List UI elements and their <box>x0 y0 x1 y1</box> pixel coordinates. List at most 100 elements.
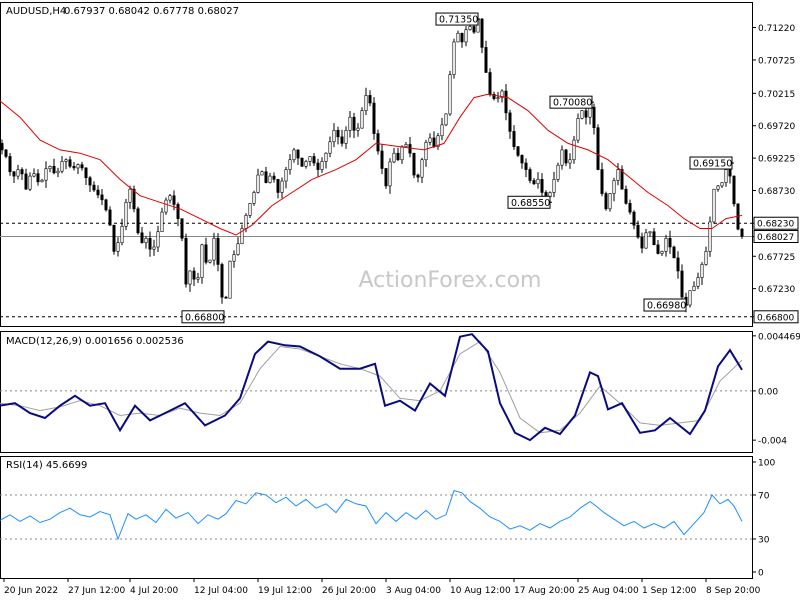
candle-body <box>184 237 188 285</box>
candle-body <box>244 215 248 229</box>
candle-body <box>724 169 728 183</box>
candle-body <box>384 168 388 187</box>
candle-body <box>148 237 152 250</box>
candle-body <box>172 195 176 205</box>
candle-body <box>164 199 168 213</box>
candle-body <box>348 116 352 131</box>
candle-body <box>504 90 508 114</box>
candle-body <box>656 244 660 254</box>
candle-body <box>576 118 580 141</box>
candle-body <box>456 32 460 43</box>
candle-body <box>364 95 368 111</box>
candle-body <box>72 165 76 169</box>
candle-body <box>704 251 708 265</box>
candle-body <box>216 237 220 265</box>
candle-body <box>112 224 116 252</box>
price-label: 0.71350 <box>439 15 478 26</box>
candle-body <box>168 195 172 201</box>
candle-body <box>404 144 408 147</box>
candle-body <box>288 159 292 170</box>
candle-body <box>24 173 28 190</box>
candle-body <box>48 165 52 170</box>
time-tick-label: 1 Sep 12:00 <box>642 586 697 596</box>
candle-body <box>372 102 376 134</box>
candle-body <box>56 170 60 174</box>
candle-body <box>308 156 312 162</box>
price-label: 0.69150 <box>693 159 732 170</box>
time-tick-label: 19 Jul 12:00 <box>258 586 312 596</box>
candle-body <box>120 225 124 243</box>
candle-body <box>440 124 444 137</box>
candle-body <box>8 156 12 173</box>
candle-body <box>516 146 520 156</box>
candle-body <box>524 162 528 170</box>
candle-body <box>208 259 212 263</box>
time-tick-label: 25 Aug 04:00 <box>578 586 639 596</box>
candle-body <box>16 169 20 177</box>
candle-body <box>0 143 4 151</box>
candle-body <box>316 162 320 170</box>
price-label: 0.70080 <box>553 98 592 109</box>
candle-body <box>572 139 576 161</box>
candle-body <box>328 141 332 154</box>
price-tick-label: 0.70215 <box>758 90 795 100</box>
macd-tick-label: 0.004469 <box>758 332 800 342</box>
candle-body <box>160 211 164 233</box>
candle-body <box>480 18 484 48</box>
candle-body <box>520 155 524 164</box>
candle-body <box>200 244 204 278</box>
candle-body <box>460 32 464 43</box>
candle-body <box>236 243 240 255</box>
candle-body <box>80 164 84 169</box>
rsi-tick-label: 100 <box>758 459 775 469</box>
candle-body <box>636 224 640 238</box>
candle-body <box>180 218 184 239</box>
candle-body <box>680 270 684 298</box>
candle-body <box>224 296 228 299</box>
candle-body <box>452 41 456 75</box>
price-label: 0.68550 <box>511 198 550 209</box>
candle-body <box>588 106 592 118</box>
candle-body <box>192 270 196 280</box>
candle-body <box>708 221 712 252</box>
candle-body <box>728 169 732 177</box>
candle-body <box>256 174 260 193</box>
candle-body <box>324 152 328 162</box>
time-tick-label: 26 Jul 20:00 <box>322 586 376 596</box>
level-label: 0.66800 <box>757 313 794 323</box>
candle-body <box>664 237 668 252</box>
chart-title: AUDUSD,H4 <box>6 6 66 17</box>
candle-body <box>96 189 100 196</box>
candle-body <box>300 157 304 167</box>
candle-body <box>668 237 672 248</box>
candle-body <box>604 193 608 210</box>
candle-body <box>628 203 632 213</box>
candle-body <box>340 136 344 144</box>
candle-body <box>644 232 648 249</box>
candle-body <box>464 29 468 43</box>
candle-body <box>220 264 224 298</box>
candle-body <box>532 180 536 185</box>
rsi-tick-label: 0 <box>758 569 764 579</box>
candle-body <box>64 159 68 162</box>
candle-body <box>496 97 500 99</box>
candle-body <box>608 193 612 210</box>
candle-body <box>44 168 48 181</box>
candle-body <box>320 161 324 170</box>
candle-body <box>432 137 436 147</box>
candle-body <box>716 185 720 190</box>
time-tick-label: 27 Jun 12:00 <box>68 586 125 596</box>
time-tick-label: 4 Jul 20:00 <box>130 586 179 596</box>
candle-body <box>40 179 44 183</box>
candle-body <box>396 152 400 161</box>
candle-body <box>400 146 404 161</box>
candle-body <box>660 251 664 254</box>
candle-body <box>508 112 512 132</box>
candle-body <box>260 171 264 176</box>
candle-body <box>640 236 644 249</box>
chart-canvas: 0.71220 0.70725 0.70215 0.69720 0.69225 0.687… <box>0 0 800 600</box>
candle-body <box>332 129 336 143</box>
candle-body <box>444 113 448 126</box>
candle-body <box>268 175 272 183</box>
price-tick-label: 0.70725 <box>758 56 795 66</box>
